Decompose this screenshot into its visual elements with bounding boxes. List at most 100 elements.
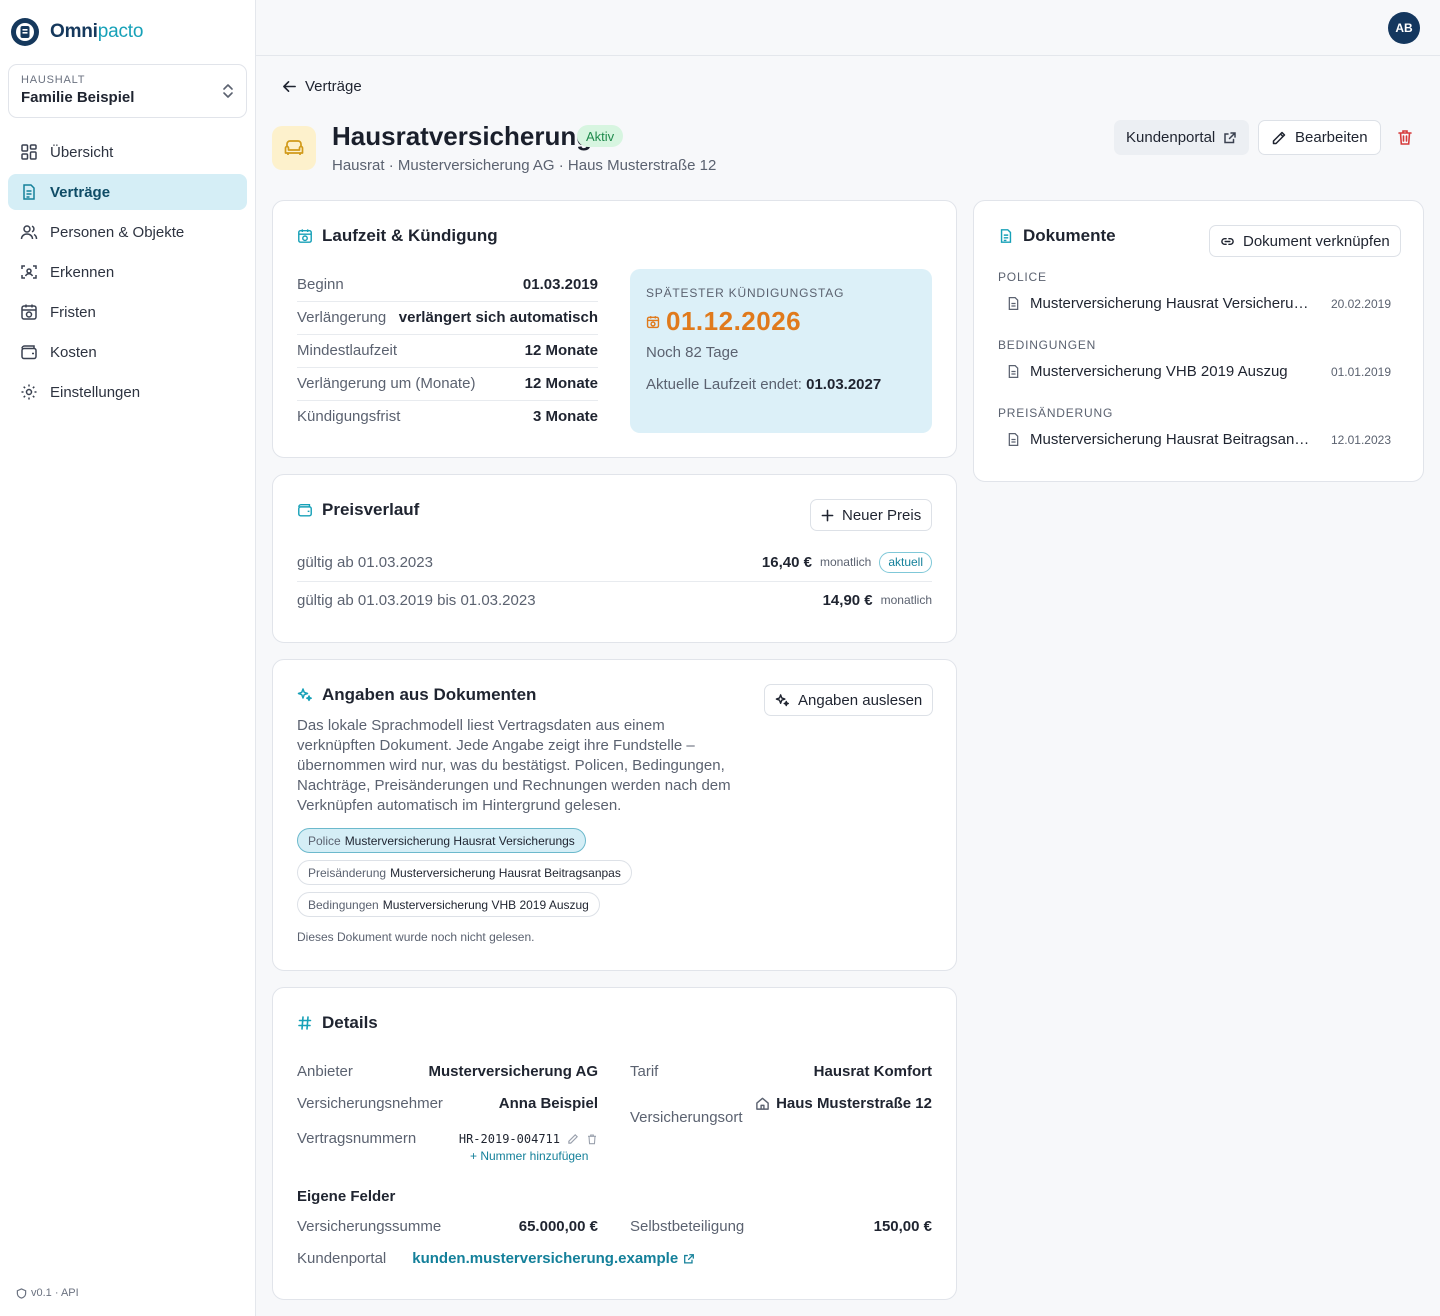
term-heading: Laufzeit & Kündigung	[297, 226, 498, 246]
pencil-icon	[1272, 131, 1286, 144]
detail-portal: Kundenportal kunden.musterversicherung.e…	[297, 1250, 695, 1267]
detail-location: Versicherungsort Haus Musterstraße 12	[630, 1095, 932, 1126]
term-row-extension: Verlängerung um (Monate) 12 Monate	[297, 375, 598, 392]
price-row: gültig ab 01.03.2023 16,40 € monatlich a…	[297, 551, 932, 573]
nav-item-vertraege[interactable]: Verträge	[8, 174, 247, 210]
term-row-renewal: Verlängerung verlängert sich automatisch	[297, 309, 598, 326]
back-link[interactable]: Verträge	[282, 78, 362, 95]
file-icon	[1008, 365, 1019, 378]
term-row-notice: Kündigungsfrist 3 Monate	[297, 408, 598, 425]
document-group-label: BEDINGUNGEN	[998, 338, 1097, 352]
term-end: Aktuelle Laufzeit endet: 01.03.2027	[646, 376, 882, 393]
add-number-link[interactable]: + Nummer hinzufügen	[470, 1149, 588, 1163]
nav-label: Einstellungen	[50, 383, 141, 401]
new-price-button[interactable]: Neuer Preis	[810, 499, 933, 531]
page-title: Hausratversicherung	[332, 121, 593, 151]
gear-icon	[21, 384, 37, 400]
document-row[interactable]: Musterversicherung Hausrat Versicherungs…	[1006, 295, 1391, 312]
contract-number: HR-2019-004711	[458, 1131, 560, 1146]
household-value: Familie Beispiel	[21, 89, 135, 106]
nav-item-erkennen[interactable]: Erkennen	[8, 254, 247, 290]
household-label: HAUSHALT	[21, 74, 86, 86]
document-group-label: POLICE	[998, 270, 1047, 284]
hash-icon	[298, 1016, 312, 1030]
status-badge: Aktiv	[577, 125, 624, 147]
nav-item-fristen[interactable]: Fristen	[8, 294, 247, 330]
back-label: Verträge	[305, 78, 362, 95]
nav-label: Übersicht	[50, 143, 114, 161]
brand-logo[interactable]: Omnipacto	[10, 17, 143, 47]
detail-sum: Versicherungssumme 65.000,00 €	[297, 1218, 598, 1235]
custom-fields-heading: Eigene Felder	[297, 1188, 396, 1205]
trash-icon[interactable]	[586, 1133, 598, 1145]
price-row: gültig ab 01.03.2019 bis 01.03.2023 14,9…	[297, 591, 932, 609]
link-icon	[1221, 237, 1234, 245]
document-chip[interactable]: Bedingungen Musterversicherung VHB 2019 …	[297, 892, 600, 917]
read-data-button[interactable]: Angaben auslesen	[764, 684, 934, 716]
customer-portal-button[interactable]: Kundenportal	[1114, 120, 1250, 155]
sparkles-icon	[775, 693, 790, 706]
topbar: AB	[256, 0, 1440, 56]
nav-label: Verträge	[50, 183, 111, 201]
link-document-button[interactable]: Dokument verknüpfen	[1209, 225, 1401, 257]
document-row[interactable]: Musterversicherung Hausrat Beitragsanpas…	[1006, 431, 1391, 448]
home-icon	[756, 1097, 769, 1110]
divider	[297, 334, 598, 335]
main-nav: Übersicht Verträge Personen & Objekte Er…	[8, 134, 247, 414]
page-subtitle: Hausrat · Musterversicherung AG · Haus M…	[332, 157, 717, 174]
divider	[297, 367, 598, 368]
calendar-clock-icon	[646, 315, 660, 328]
trash-icon	[1398, 130, 1412, 145]
deadline-remaining: Noch 82 Tage	[646, 344, 739, 361]
document-group-label: PREISÄNDERUNG	[998, 406, 1114, 420]
nav-label: Fristen	[50, 303, 96, 321]
sidebar: Omnipacto HAUSHALT Familie Beispiel Über…	[0, 0, 256, 1316]
sofa-icon	[284, 140, 304, 155]
calendar-clock-icon	[298, 229, 312, 243]
documents-heading: Dokumente	[998, 226, 1116, 246]
wallet-icon	[21, 345, 37, 360]
avatar[interactable]: AB	[1388, 12, 1420, 44]
external-link-icon	[684, 1253, 695, 1263]
nav-label: Erkennen	[50, 263, 115, 281]
household-selector[interactable]: HAUSHALT Familie Beispiel	[8, 64, 247, 118]
detail-holder: Versicherungsnehmer Anna Beispiel	[297, 1095, 598, 1112]
omnipacto-logo-icon	[11, 18, 39, 46]
scan-icon	[21, 265, 37, 279]
divider	[297, 301, 598, 302]
term-row-minimum: Mindestlaufzeit 12 Monate	[297, 342, 598, 359]
divider	[297, 581, 932, 582]
nav-item-personen[interactable]: Personen & Objekte	[8, 214, 247, 250]
contract-category-icon	[272, 126, 316, 170]
detail-provider: Anbieter Musterversicherung AG	[297, 1063, 598, 1080]
version-info[interactable]: v0.1 · API	[16, 1287, 79, 1299]
nav-label: Personen & Objekte	[50, 223, 185, 241]
document-chip[interactable]: Police Musterversicherung Hausrat Versic…	[297, 828, 586, 853]
detail-contract-numbers: Vertragsnummern HR-2019-004711	[297, 1130, 598, 1147]
external-link-icon	[1224, 131, 1236, 143]
extraction-description: Das lokale Sprachmodell liest Vertragsda…	[297, 717, 731, 814]
nav-item-uebersicht[interactable]: Übersicht	[8, 134, 247, 170]
document-row[interactable]: Musterversicherung VHB 2019 Auszug 01.01…	[1006, 363, 1391, 380]
edit-button[interactable]: Bearbeiten	[1258, 120, 1381, 155]
extraction-heading: Angaben aus Dokumenten	[297, 685, 536, 705]
cancellation-deadline-panel: SPÄTESTER KÜNDIGUNGSTAG 01.12.2026 Noch …	[630, 269, 932, 433]
calendar-clock-icon	[21, 304, 37, 320]
nav-label: Kosten	[50, 343, 97, 361]
document-chip[interactable]: Preisänderung Musterversicherung Hausrat…	[297, 860, 632, 885]
deadline-date: 01.12.2026	[646, 306, 801, 337]
pencil-icon[interactable]	[567, 1133, 579, 1145]
portal-link[interactable]: kunden.musterversicherung.example	[412, 1250, 695, 1267]
plus-icon	[821, 509, 834, 521]
details-heading: Details	[297, 1013, 378, 1033]
dashboard-icon	[21, 144, 37, 160]
current-badge: aktuell	[879, 551, 932, 573]
detail-tariff: Tarif Hausrat Komfort	[630, 1063, 932, 1080]
nav-item-kosten[interactable]: Kosten	[8, 334, 247, 370]
shield-icon	[16, 1287, 27, 1299]
delete-button[interactable]	[1396, 128, 1416, 148]
nav-item-einstellungen[interactable]: Einstellungen	[8, 374, 247, 410]
document-icon	[23, 184, 35, 200]
extraction-note: Dieses Dokument wurde noch nicht gelesen…	[297, 930, 535, 944]
detail-deductible: Selbstbeteiligung 150,00 €	[630, 1218, 932, 1235]
